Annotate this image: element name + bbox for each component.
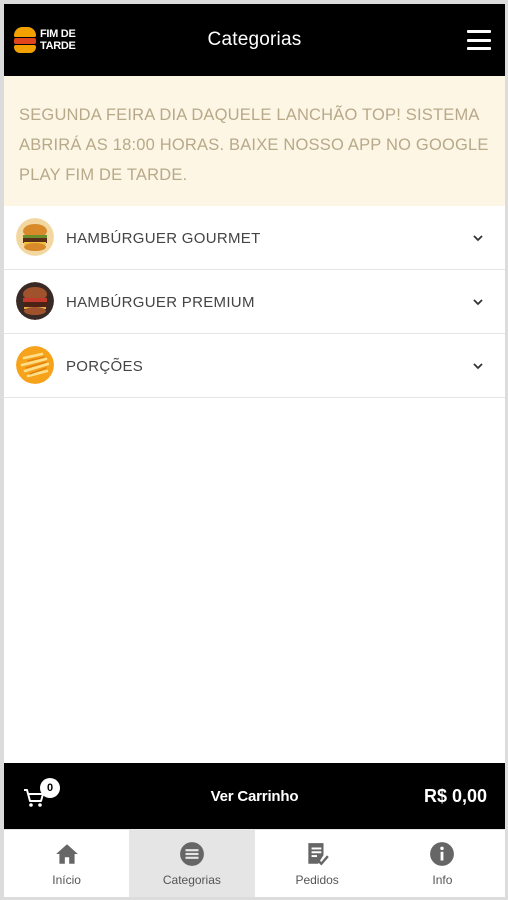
category-label: PORÇÕES bbox=[66, 357, 144, 375]
burger-gourmet-thumbnail bbox=[16, 218, 54, 256]
nav-label: Categorias bbox=[162, 872, 221, 887]
burger-premium-thumbnail bbox=[16, 282, 54, 320]
category-label: HAMBÚRGUER PREMIUM bbox=[66, 293, 255, 311]
bottom-navigation: Início Categorias Pedidos Info bbox=[4, 829, 505, 897]
home-icon bbox=[55, 843, 78, 864]
orders-icon bbox=[308, 842, 329, 866]
list-circle-icon bbox=[179, 841, 204, 866]
nav-label: Pedidos bbox=[295, 872, 339, 887]
nav-inicio[interactable]: Início bbox=[4, 830, 129, 897]
chevron-down-icon[interactable] bbox=[473, 233, 483, 243]
hamburger-menu-icon[interactable] bbox=[467, 30, 491, 50]
category-item-porcoes[interactable]: PORÇÕES bbox=[4, 334, 505, 398]
cart-total: R$ 0,00 bbox=[423, 785, 487, 806]
chevron-down-icon[interactable] bbox=[473, 361, 483, 371]
nav-label: Info bbox=[432, 872, 453, 887]
store-notice: SEGUNDA FEIRA DIA DAQUELE LANCHÃO TOP! S… bbox=[4, 76, 505, 206]
page-title: Categorias bbox=[207, 29, 302, 50]
category-list: HAMBÚRGUER GOURMET HAMBÚRGUER PREMIUM PO… bbox=[4, 206, 505, 398]
info-icon bbox=[430, 841, 455, 866]
category-item-hamburguer-premium[interactable]: HAMBÚRGUER PREMIUM bbox=[4, 270, 505, 334]
nav-label: Início bbox=[52, 872, 81, 887]
fries-thumbnail bbox=[16, 346, 54, 384]
chevron-down-icon[interactable] bbox=[473, 297, 483, 307]
category-label: HAMBÚRGUER GOURMET bbox=[66, 229, 261, 247]
nav-info[interactable]: Info bbox=[380, 830, 505, 897]
view-cart-bar[interactable]: 0 Ver Carrinho R$ 0,00 bbox=[4, 763, 505, 829]
app-frame: FIM DE TARDE Categorias SEGUNDA FEIRA DI… bbox=[4, 4, 505, 897]
top-bar: FIM DE TARDE Categorias bbox=[4, 4, 505, 76]
nav-categorias[interactable]: Categorias bbox=[129, 830, 255, 897]
category-item-hamburguer-gourmet[interactable]: HAMBÚRGUER GOURMET bbox=[4, 206, 505, 270]
nav-pedidos[interactable]: Pedidos bbox=[255, 830, 380, 897]
